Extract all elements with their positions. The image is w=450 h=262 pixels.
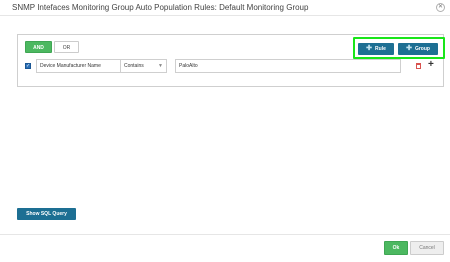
operator-value: Contains xyxy=(124,63,144,69)
dialog-title: SNMP Intefaces Monitoring Group Auto Pop… xyxy=(12,3,309,12)
plus-icon: ✚ xyxy=(406,45,412,52)
dialog-title-bar: SNMP Intefaces Monitoring Group Auto Pop… xyxy=(0,0,450,16)
show-sql-query-button[interactable]: Show SQL Query xyxy=(17,208,76,220)
ok-button[interactable]: Ok xyxy=(384,241,408,255)
and-toggle-button[interactable]: AND xyxy=(25,41,52,53)
add-group-button[interactable]: ✚ Group xyxy=(398,43,438,55)
footer-divider xyxy=(0,234,450,235)
cancel-button[interactable]: Cancel xyxy=(410,241,444,255)
add-group-label: Group xyxy=(414,46,430,52)
or-toggle-button[interactable]: OR xyxy=(54,41,79,53)
auto-population-dialog: SNMP Intefaces Monitoring Group Auto Pop… xyxy=(0,0,450,262)
field-select[interactable]: Device Manufacturer Name xyxy=(36,59,126,73)
value-input[interactable]: PaloAlto xyxy=(175,59,401,73)
rules-builder-panel: AND OR ✚ Rule ✚ Group ✓ Device Manufacture… xyxy=(17,34,445,87)
chevron-down-icon: ▼ xyxy=(158,63,163,69)
delete-icon[interactable] xyxy=(416,63,421,69)
add-rule-label: Rule xyxy=(375,46,386,52)
close-icon[interactable]: ✕ xyxy=(436,3,445,12)
rule-row-checkbox[interactable]: ✓ xyxy=(25,63,31,69)
plus-icon: ✚ xyxy=(366,45,373,52)
add-buttons-highlight: ✚ Rule ✚ Group xyxy=(353,37,445,59)
add-rule-button[interactable]: ✚ Rule xyxy=(358,43,394,55)
add-row-icon[interactable]: + xyxy=(428,60,434,70)
operator-select[interactable]: Contains ▼ xyxy=(120,59,167,73)
